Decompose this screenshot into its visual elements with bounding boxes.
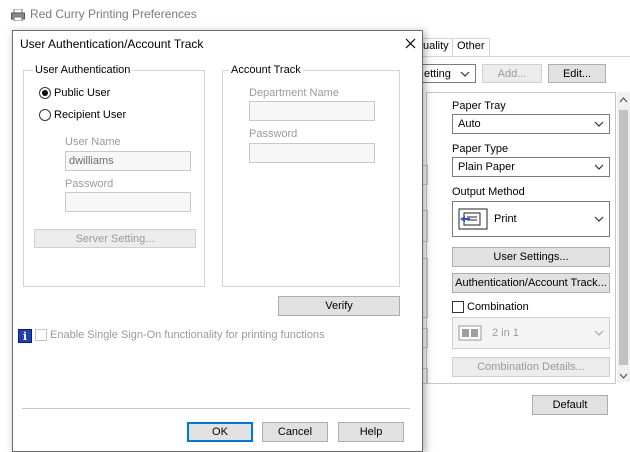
hidden-control	[423, 328, 428, 348]
default-button[interactable]: Default	[532, 395, 608, 415]
output-method-value: Print	[494, 213, 517, 225]
user-authentication-dialog: User Authentication/Account Track User A…	[12, 30, 423, 452]
user-name-label: User Name	[65, 136, 121, 148]
server-setting-button[interactable]: Server Setting...	[34, 229, 196, 248]
output-method-label: Output Method	[452, 186, 525, 198]
window-title: Red Curry Printing Preferences	[30, 7, 197, 21]
recipient-user-label: Recipient User	[54, 109, 127, 121]
paper-tray-value: Auto	[458, 118, 481, 130]
help-button[interactable]: Help	[338, 422, 404, 442]
department-name-field[interactable]	[249, 101, 375, 121]
verify-button[interactable]: Verify	[278, 296, 400, 316]
paper-type-combo[interactable]: Plain Paper	[452, 157, 610, 177]
scrollbar-thumb[interactable]	[619, 110, 628, 365]
hidden-control	[423, 210, 428, 242]
authentication-account-track-button[interactable]: Authentication/Account Track...	[452, 273, 610, 293]
chevron-down-icon	[594, 164, 604, 170]
close-icon	[405, 38, 415, 48]
account-password-label: Password	[249, 128, 298, 140]
ok-button[interactable]: OK	[187, 422, 253, 442]
favorite-setting-value: etting	[424, 67, 451, 80]
scroll-up-icon[interactable]	[619, 96, 628, 104]
user-authentication-group	[23, 70, 205, 287]
user-settings-button[interactable]: User Settings...	[452, 247, 610, 267]
add-button[interactable]: Add...	[482, 64, 542, 83]
password-field[interactable]	[65, 192, 191, 212]
edit-button[interactable]: Edit...	[548, 64, 606, 83]
close-button[interactable]	[401, 34, 419, 52]
hidden-control	[423, 368, 428, 384]
sso-label: Enable Single Sign-On functionality for …	[50, 329, 325, 341]
combination-details-button[interactable]: Combination Details...	[452, 357, 610, 377]
paper-tray-label: Paper Tray	[452, 100, 506, 112]
combination-value: 2 in 1	[492, 327, 519, 339]
public-user-radio[interactable]	[39, 87, 51, 99]
password-label: Password	[65, 178, 114, 190]
scroll-down-icon[interactable]	[619, 372, 628, 380]
account-track-legend: Account Track	[229, 64, 303, 76]
two-in-one-icon	[458, 325, 482, 341]
paper-type-value: Plain Paper	[458, 161, 515, 173]
paper-tray-combo[interactable]: Auto	[452, 114, 610, 134]
tab-other[interactable]: Other	[452, 38, 490, 56]
hidden-control	[423, 258, 428, 318]
user-authentication-legend: User Authentication	[33, 64, 133, 76]
dialog-title: User Authentication/Account Track	[20, 37, 204, 51]
output-method-combo[interactable]: Print	[452, 201, 610, 237]
public-user-label: Public User	[54, 87, 111, 99]
chevron-down-icon	[594, 330, 604, 336]
recipient-user-radio[interactable]	[39, 109, 51, 121]
print-output-icon	[458, 208, 488, 230]
printer-icon	[11, 9, 25, 21]
hidden-control	[423, 165, 428, 185]
paper-type-label: Paper Type	[452, 143, 509, 155]
favorite-setting-combo[interactable]: etting	[418, 64, 476, 83]
department-name-label: Department Name	[249, 87, 339, 99]
combination-checkbox[interactable]	[452, 301, 464, 313]
combination-label: Combination	[467, 301, 529, 313]
combination-combo[interactable]: 2 in 1	[452, 317, 610, 349]
cancel-button[interactable]: Cancel	[262, 422, 328, 442]
sso-checkbox[interactable]	[35, 329, 47, 341]
info-icon[interactable]: i	[18, 329, 32, 343]
tab-quality[interactable]: uality	[418, 38, 454, 56]
chevron-down-icon	[594, 216, 604, 222]
tab-divider	[423, 56, 630, 57]
user-name-field[interactable]: dwilliams	[65, 151, 191, 171]
separator	[22, 408, 410, 409]
account-password-field[interactable]	[249, 143, 375, 163]
chevron-down-icon	[594, 121, 604, 127]
chevron-down-icon	[460, 71, 470, 77]
